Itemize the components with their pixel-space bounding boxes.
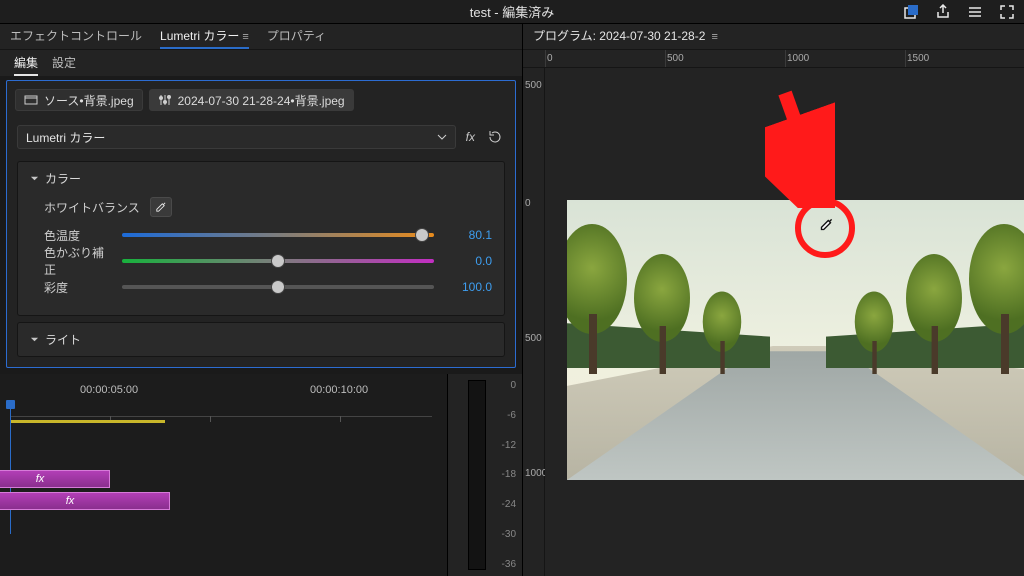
tint-value[interactable]: 0.0 bbox=[442, 254, 492, 268]
temperature-track[interactable] bbox=[122, 233, 434, 237]
titlebar: test - 編集済み bbox=[0, 0, 1024, 24]
white-balance-eyedropper[interactable] bbox=[150, 197, 172, 217]
program-title[interactable]: プログラム: 2024-07-30 21-28-2 ≡ bbox=[533, 27, 718, 49]
lumetri-subtabs: 編集 設定 bbox=[0, 50, 522, 76]
tint-thumb[interactable] bbox=[272, 255, 284, 267]
slider-temperature: 色温度 80.1 bbox=[30, 227, 492, 243]
playhead[interactable] bbox=[10, 404, 11, 534]
timeline-panel: 00:00:05:00 00:00:10:00 fx fx 0-6-12-18-… bbox=[0, 374, 522, 576]
audio-meter-scale: 0-6-12-18-24-30-36 bbox=[456, 380, 516, 570]
tint-label: 色かぶり補正 bbox=[44, 244, 114, 278]
program-tabs: プログラム: 2024-07-30 21-28-2 ≡ bbox=[523, 24, 1024, 50]
panel-tabs: エフェクトコントロール Lumetri カラー≡ プロパティ bbox=[0, 24, 522, 50]
ruler-vertical[interactable]: 50005001000 bbox=[523, 68, 545, 576]
chip-source-label: ソース•背景.jpeg bbox=[44, 92, 134, 109]
effect-select-label: Lumetri カラー bbox=[26, 129, 105, 146]
adjustment-icon bbox=[158, 93, 172, 107]
section-light-title: ライト bbox=[45, 331, 81, 348]
subtab-edit[interactable]: 編集 bbox=[14, 54, 38, 76]
program-image bbox=[567, 200, 1024, 480]
section-light-header[interactable]: ライト bbox=[30, 331, 492, 348]
chip-clip-label: 2024-07-30 21-28-24•背景.jpeg bbox=[178, 92, 345, 109]
saturation-value[interactable]: 100.0 bbox=[442, 280, 492, 294]
subtab-settings[interactable]: 設定 bbox=[52, 54, 76, 76]
slider-saturation: 彩度 100.0 bbox=[30, 279, 492, 295]
temperature-thumb[interactable] bbox=[416, 229, 428, 241]
program-monitor[interactable] bbox=[545, 68, 1024, 576]
fx-badge[interactable]: fx bbox=[464, 130, 477, 144]
timecode-10s: 00:00:10:00 bbox=[310, 384, 368, 396]
tab-properties[interactable]: プロパティ bbox=[267, 27, 326, 49]
panel-menu-icon[interactable]: ≡ bbox=[242, 31, 248, 43]
section-color: カラー ホワイトバランス 色温度 80.1 色かぶり補正 0.0 bbox=[17, 161, 505, 316]
temperature-label: 色温度 bbox=[44, 227, 114, 244]
saturation-label: 彩度 bbox=[44, 279, 114, 296]
tint-track[interactable] bbox=[122, 259, 434, 263]
saturation-track[interactable] bbox=[122, 285, 434, 289]
saturation-thumb[interactable] bbox=[272, 281, 284, 293]
white-balance-label: ホワイトバランス bbox=[44, 199, 140, 216]
tab-lumetri-color[interactable]: Lumetri カラー≡ bbox=[160, 27, 249, 49]
time-ruler[interactable]: 00:00:05:00 00:00:10:00 bbox=[10, 384, 432, 412]
chip-clip[interactable]: 2024-07-30 21-28-24•背景.jpeg bbox=[149, 89, 354, 111]
section-color-title: カラー bbox=[45, 170, 81, 187]
panel-menu-icon[interactable]: ≡ bbox=[708, 31, 717, 43]
tab-effect-controls[interactable]: エフェクトコントロール bbox=[10, 27, 142, 49]
disclosure-down-icon bbox=[30, 333, 39, 347]
clip-icon bbox=[24, 93, 38, 107]
eyedropper-cursor-icon bbox=[817, 216, 835, 234]
audio-meter: 0-6-12-18-24-30-36 bbox=[447, 374, 522, 576]
section-color-header[interactable]: カラー bbox=[30, 170, 492, 187]
fullscreen-icon[interactable] bbox=[998, 3, 1016, 21]
timeline-clip-1[interactable]: fx bbox=[0, 470, 110, 488]
chip-source[interactable]: ソース•背景.jpeg bbox=[15, 89, 143, 111]
chevron-down-icon bbox=[437, 132, 447, 142]
effect-select[interactable]: Lumetri カラー bbox=[17, 125, 456, 149]
ruler-horizontal[interactable]: 050010001500 bbox=[523, 50, 1024, 68]
window-title: test - 編集済み bbox=[470, 2, 555, 21]
reset-button[interactable] bbox=[485, 127, 505, 147]
timecode-5s: 00:00:05:00 bbox=[80, 384, 138, 396]
timeline-clip-2[interactable]: fx bbox=[0, 492, 170, 510]
share-icon[interactable] bbox=[934, 3, 952, 21]
workspace-icon[interactable] bbox=[966, 3, 984, 21]
annotation-arrow bbox=[765, 88, 835, 208]
work-area-bar[interactable] bbox=[10, 420, 165, 423]
slider-tint: 色かぶり補正 0.0 bbox=[30, 253, 492, 269]
temperature-value[interactable]: 80.1 bbox=[442, 228, 492, 242]
new-item-icon[interactable] bbox=[902, 3, 920, 21]
disclosure-down-icon bbox=[30, 172, 39, 186]
section-light: ライト bbox=[17, 322, 505, 357]
window-controls bbox=[902, 3, 1016, 21]
lumetri-panel: ソース•背景.jpeg 2024-07-30 21-28-24•背景.jpeg … bbox=[6, 80, 516, 368]
